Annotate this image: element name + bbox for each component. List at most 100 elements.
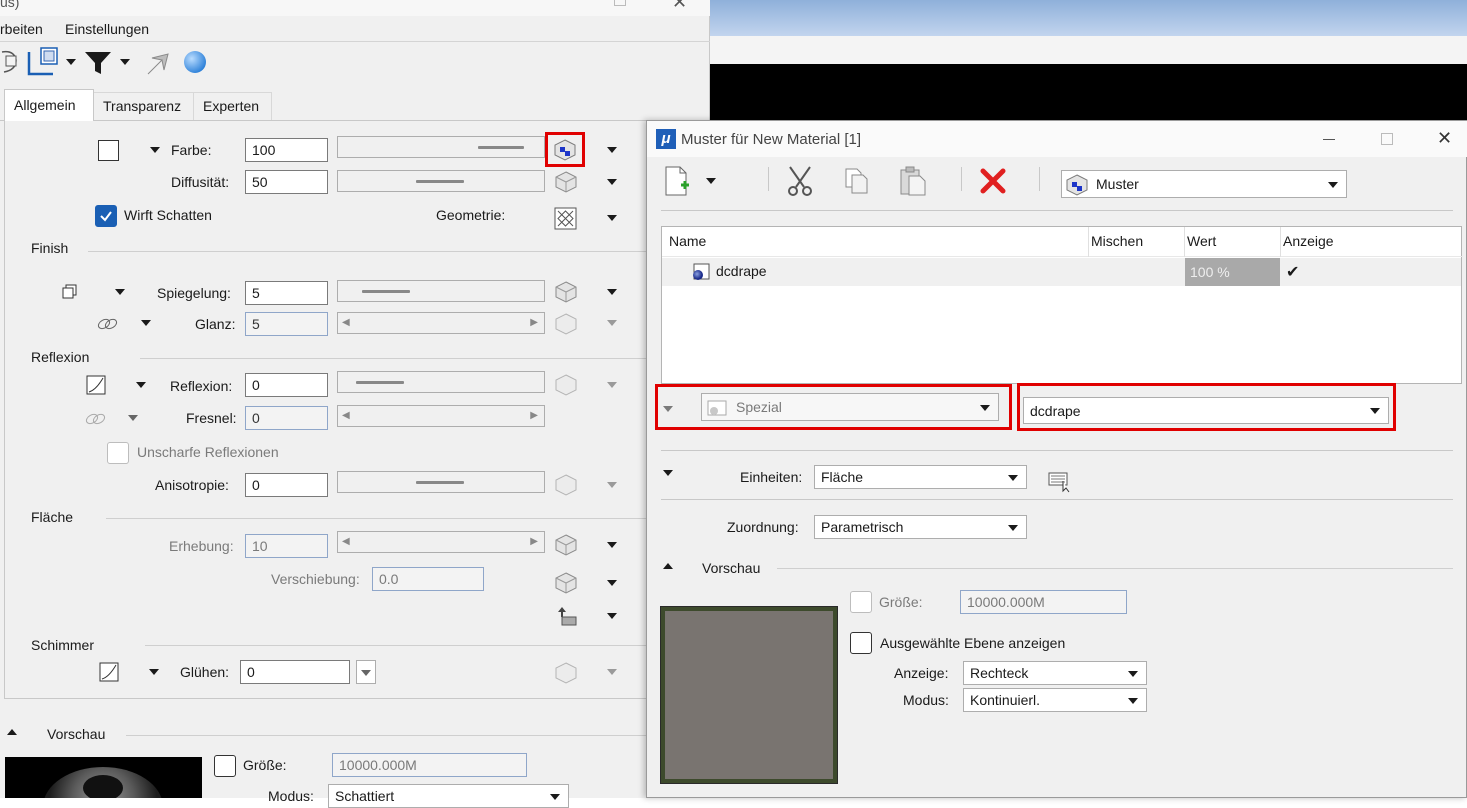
level-pick-icon[interactable]	[26, 46, 62, 78]
fresnel-input[interactable]: 0	[245, 406, 328, 430]
close-icon[interactable]: ✕	[672, 0, 687, 13]
chevron-down-icon[interactable]	[706, 178, 716, 184]
copy-layers-icon[interactable]	[62, 284, 78, 300]
gluehen-input[interactable]: 0	[240, 660, 350, 684]
map-cube-icon[interactable]	[555, 313, 577, 335]
tab-experten[interactable]: Experten	[194, 92, 272, 120]
geometry-icon[interactable]	[554, 207, 577, 230]
map-cube-icon[interactable]	[555, 281, 577, 303]
chevron-down-icon[interactable]	[607, 147, 617, 153]
col-wert[interactable]: Wert	[1187, 233, 1216, 249]
chevron-down-icon[interactable]	[150, 147, 160, 153]
maximize-icon[interactable]	[614, 0, 626, 6]
einheiten-combo[interactable]: Fläche	[814, 465, 1027, 489]
table-row[interactable]: dcdrape 100 % ✔	[662, 258, 1461, 286]
expand-arrow-icon[interactable]	[663, 470, 673, 476]
col-mischen[interactable]: Mischen	[1091, 233, 1143, 249]
unscharfe-reflexionen-checkbox[interactable]	[107, 442, 129, 464]
tab-allgemein[interactable]: Allgemein	[4, 89, 94, 121]
collapse-arrow-icon[interactable]	[663, 563, 673, 569]
chevron-down-icon[interactable]	[607, 669, 617, 675]
curve-graph-icon[interactable]	[86, 375, 106, 395]
chevron-down-icon[interactable]	[607, 179, 617, 185]
wirft-schatten-checkbox[interactable]	[95, 205, 117, 227]
map-cube-icon[interactable]	[555, 534, 577, 556]
sphere-preview-icon[interactable]	[182, 49, 208, 75]
erhebung-slider[interactable]: ◀ ▶	[337, 531, 545, 553]
new-document-icon[interactable]	[663, 165, 691, 197]
color-swatch[interactable]	[98, 140, 119, 161]
menu-einstellungen[interactable]: Einstellungen	[65, 21, 149, 37]
left-groesse-checkbox[interactable]	[214, 755, 236, 777]
delete-x-icon[interactable]	[979, 167, 1007, 195]
anisotropie-slider[interactable]	[337, 471, 545, 493]
curve-graph-icon[interactable]	[99, 662, 119, 682]
paste-icon[interactable]	[898, 165, 928, 197]
chevron-down-icon[interactable]	[607, 613, 617, 619]
dialog-modus-combo[interactable]: Kontinuierl.	[963, 688, 1147, 712]
anzeige-combo[interactable]: Rechteck	[963, 661, 1147, 685]
chevron-down-icon[interactable]	[607, 542, 617, 548]
collapse-arrow-icon[interactable]	[7, 729, 17, 735]
map-cube-icon[interactable]	[554, 139, 576, 161]
row-anzeige-check[interactable]: ✔	[1286, 262, 1299, 282]
erhebung-input[interactable]: 10	[245, 534, 328, 558]
layer-arrow-icon[interactable]	[556, 605, 578, 627]
map-cube-icon[interactable]	[555, 572, 577, 594]
spiegelung-input[interactable]: 5	[245, 281, 328, 305]
dialog-groesse-input[interactable]: 10000.000M	[960, 590, 1127, 614]
pattern-combo[interactable]: dcdrape	[1023, 397, 1389, 424]
collapse-arrow-icon[interactable]	[663, 406, 673, 412]
map-cube-icon[interactable]	[555, 171, 577, 193]
reflexion-input[interactable]: 0	[245, 373, 328, 397]
chevron-down-icon[interactable]	[607, 320, 617, 326]
verschiebung-input[interactable]: 0.0	[372, 567, 484, 591]
filter-icon[interactable]	[84, 50, 112, 76]
chevron-down-icon[interactable]	[141, 320, 151, 326]
map-type-combo[interactable]: Muster	[1061, 170, 1347, 198]
col-anzeige[interactable]: Anzeige	[1283, 233, 1334, 249]
chevron-down-icon[interactable]	[607, 215, 617, 221]
diffusitaet-input[interactable]: 50	[245, 170, 328, 194]
glanz-slider[interactable]: ◀ ▶	[337, 312, 545, 334]
tab-transparenz[interactable]: Transparenz	[94, 92, 194, 120]
gluehen-spin-button[interactable]	[356, 660, 376, 684]
map-cube-icon[interactable]	[555, 474, 577, 496]
assign-arrow-icon[interactable]	[144, 50, 172, 78]
spezial-combo[interactable]: Spezial	[701, 393, 999, 421]
map-cube-icon[interactable]	[555, 374, 577, 396]
left-modus-combo[interactable]: Schattiert	[328, 784, 569, 808]
chevron-down-icon[interactable]	[120, 59, 130, 65]
close-icon[interactable]: ✕	[1437, 128, 1452, 149]
chevron-down-icon[interactable]	[607, 289, 617, 295]
chevron-down-icon[interactable]	[115, 289, 125, 295]
cut-icon[interactable]	[784, 165, 816, 197]
chevron-down-icon[interactable]	[149, 669, 159, 675]
map-cube-icon[interactable]	[555, 662, 577, 684]
chevron-down-icon[interactable]	[136, 382, 146, 388]
farbe-slider[interactable]	[337, 136, 545, 158]
dialog-groesse-checkbox[interactable]	[850, 591, 872, 613]
chevron-down-icon[interactable]	[66, 59, 76, 65]
farbe-input[interactable]: 100	[245, 138, 328, 162]
minimize-icon[interactable]	[1323, 139, 1335, 140]
units-settings-icon[interactable]	[1047, 469, 1073, 493]
menu-bearbeiten[interactable]: rbeiten	[0, 21, 43, 37]
element-select-icon[interactable]	[0, 48, 22, 76]
ausgewaehlte-ebene-checkbox[interactable]	[850, 632, 872, 654]
fresnel-slider[interactable]: ◀ ▶	[337, 405, 545, 427]
anisotropie-input[interactable]: 0	[245, 473, 328, 497]
glanz-input[interactable]: 5	[245, 312, 328, 336]
col-name[interactable]: Name	[669, 233, 706, 249]
spiegelung-slider[interactable]	[337, 280, 545, 302]
chevron-down-icon[interactable]	[607, 382, 617, 388]
diffusitaet-slider[interactable]	[337, 170, 545, 192]
chevron-down-icon[interactable]	[128, 415, 138, 421]
left-groesse-input[interactable]: 10000.000M	[332, 753, 527, 777]
zuordnung-combo[interactable]: Parametrisch	[814, 515, 1027, 539]
maximize-icon[interactable]	[1381, 133, 1393, 145]
link-chain-icon[interactable]	[84, 411, 108, 427]
row-wert[interactable]: 100 %	[1185, 258, 1280, 286]
reflexion-slider[interactable]	[337, 371, 545, 393]
link-chain-icon[interactable]	[96, 316, 120, 332]
